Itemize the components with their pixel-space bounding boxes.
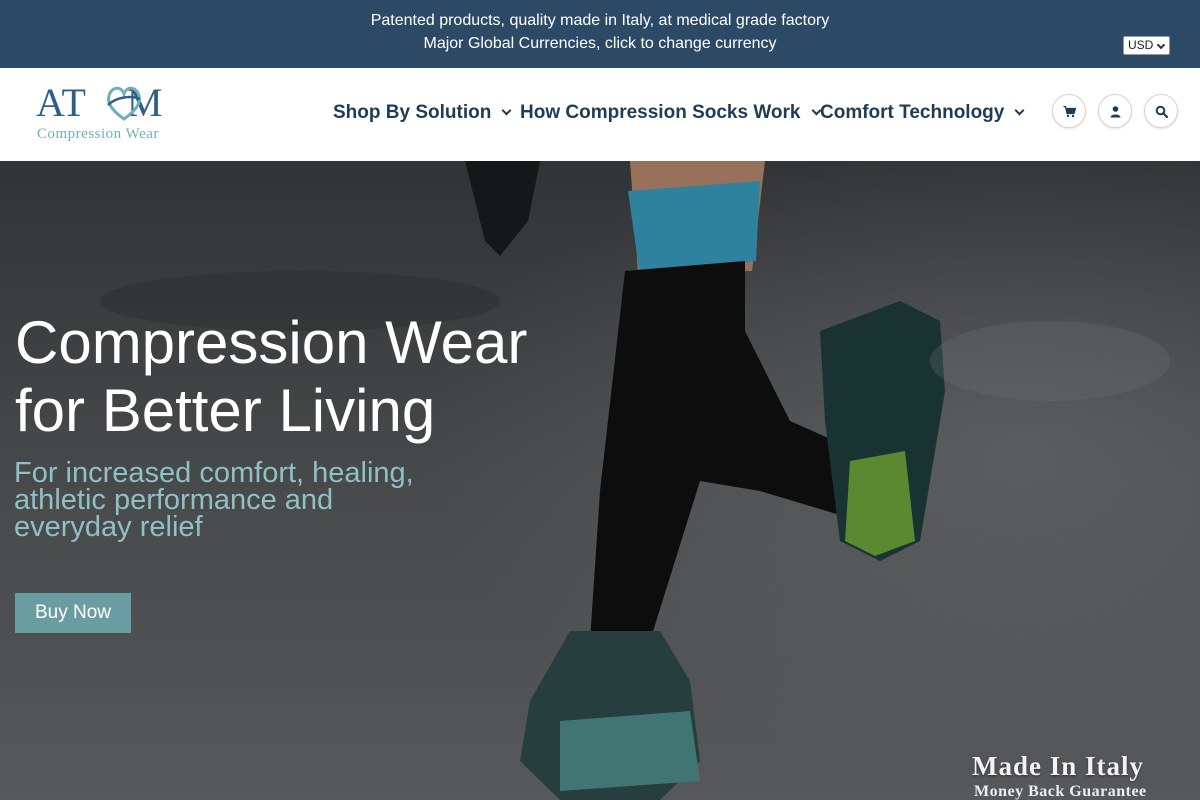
nav-label: How Compression Socks Work <box>520 102 801 123</box>
currency-value: USD <box>1128 38 1154 52</box>
search-icon <box>1155 105 1168 118</box>
hero-banner: Compression Wear for Better Living For i… <box>0 161 1200 800</box>
account-button[interactable] <box>1098 94 1132 128</box>
nav-comfort-technology[interactable]: Comfort Technology <box>820 101 1025 125</box>
logo-subtitle: Compression Wear <box>37 126 159 142</box>
user-icon <box>1110 106 1121 118</box>
nav-label: Shop By Solution <box>333 102 492 123</box>
nav-how-compression-socks-work[interactable]: How Compression Socks Work <box>520 101 821 125</box>
made-in-italy-badge: Made In Italy Money Back Guarantee <box>972 751 1182 800</box>
currency-notice[interactable]: Major Global Currencies, click to change… <box>0 34 1200 54</box>
hero-title-line-1: Compression Wear <box>15 309 528 376</box>
cart-button[interactable] <box>1052 94 1086 128</box>
logo[interactable]: AT M Compression Wear <box>36 83 178 145</box>
chevron-down-icon <box>501 105 512 116</box>
search-button[interactable] <box>1144 94 1178 128</box>
buy-now-button[interactable]: Buy Now <box>15 593 131 633</box>
site-header: AT M Compression Wear Shop By Solution Ho… <box>0 68 1200 161</box>
hero-title: Compression Wear for Better Living <box>15 309 575 445</box>
badge-subtitle: Money Back Guarantee <box>974 783 1147 800</box>
currency-select[interactable]: USD <box>1123 36 1170 55</box>
announcement-bar: Patented products, quality made in Italy… <box>0 0 1200 68</box>
hero-title-line-2: for Better Living <box>15 377 436 444</box>
hero-subtitle: For increased comfort, healing, athletic… <box>14 457 414 543</box>
chevron-down-icon <box>1156 40 1166 50</box>
badge-title: Made In Italy <box>972 751 1145 781</box>
nav-label: Comfort Technology <box>820 102 1005 123</box>
chevron-down-icon <box>1014 105 1025 116</box>
announcement-text: Patented products, quality made in Italy… <box>370 12 830 29</box>
heart-atom-icon <box>107 86 141 121</box>
nav-shop-by-solution[interactable]: Shop By Solution <box>333 101 512 125</box>
cart-icon <box>1063 105 1076 118</box>
